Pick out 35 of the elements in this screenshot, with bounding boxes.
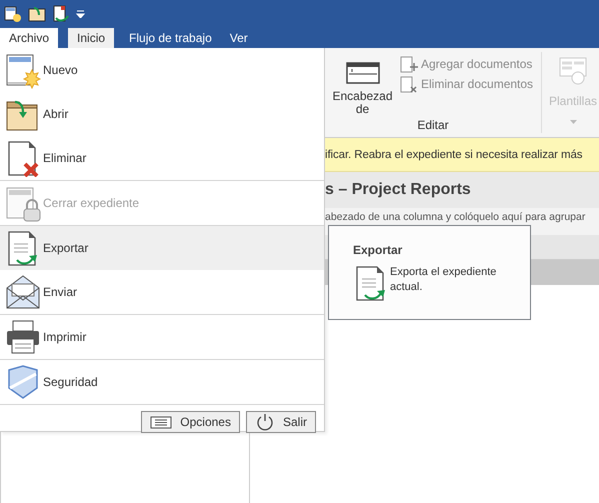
folder-icon[interactable] — [28, 5, 46, 23]
power-icon — [254, 413, 275, 431]
menu-item[interactable]: Enviar — [0, 270, 324, 314]
document-arrow-icon[interactable] — [52, 5, 70, 23]
printer-icon — [5, 318, 41, 356]
document-plus-icon — [400, 56, 418, 72]
sun-document-icon[interactable] — [4, 5, 22, 23]
dropdown-caret-icon[interactable] — [76, 10, 85, 18]
caret-icon — [570, 120, 576, 124]
menu-item[interactable]: Imprimir — [0, 315, 324, 359]
footer-button[interactable]: Opciones — [141, 411, 240, 433]
ribbon-tab[interactable]: Ver — [220, 28, 257, 48]
group-hint-text: abezado de una columna y colóquelo aquí para agrupar — [325, 211, 586, 223]
menu-item[interactable]: Abrir — [0, 92, 324, 136]
tooltip-title: Exportar — [353, 242, 404, 259]
document-cross-icon — [400, 76, 418, 92]
padlock-document-icon — [5, 184, 41, 222]
menu-item[interactable]: Exportar — [0, 226, 324, 270]
list-icon — [150, 416, 172, 428]
view-title: s – Project Reports — [325, 181, 471, 198]
group-label: Editar — [416, 117, 450, 134]
notice-text: ificar. Reabra el expediente si necesita realizar más — [325, 138, 599, 172]
ribbon-tab[interactable]: Inicio — [68, 28, 114, 48]
menu-item[interactable]: Seguridad — [0, 360, 324, 404]
menu-item[interactable]: Eliminar — [0, 136, 324, 180]
envelope-icon — [5, 274, 41, 310]
sun-document-icon — [5, 52, 41, 88]
ribbon-tab[interactable]: Flujo de trabajo — [120, 28, 221, 48]
window-icon — [346, 62, 380, 84]
ribbon-tab[interactable]: Archivo — [0, 28, 58, 48]
footer-button[interactable]: Salir — [246, 411, 316, 433]
template-icon — [558, 56, 588, 86]
tooltip-description: Exporta el expediente actual. — [390, 265, 498, 295]
header-button[interactable]: Encabezad de — [325, 52, 400, 116]
menu-item[interactable]: Nuevo — [0, 48, 324, 92]
